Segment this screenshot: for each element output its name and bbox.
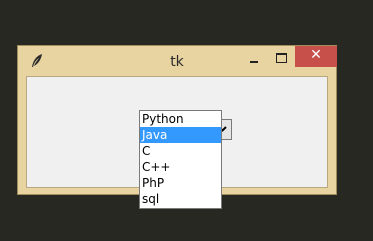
list-item[interactable]: sql — [140, 191, 221, 207]
list-item-selected[interactable]: Java — [140, 127, 221, 143]
combobox-dropdown-list[interactable]: Python Java C C++ PhP sql — [139, 110, 222, 209]
list-item[interactable]: C — [140, 143, 221, 159]
list-item[interactable]: C++ — [140, 159, 221, 175]
minimize-button[interactable] — [241, 46, 268, 67]
close-icon: ✕ — [310, 47, 322, 63]
minimize-icon — [250, 61, 258, 63]
list-item[interactable]: PhP — [140, 175, 221, 191]
list-item[interactable]: Python — [140, 111, 221, 127]
maximize-button[interactable] — [268, 46, 295, 67]
maximize-icon — [276, 53, 287, 63]
title-bar[interactable]: tk ✕ — [18, 46, 337, 76]
close-button[interactable]: ✕ — [295, 46, 337, 67]
